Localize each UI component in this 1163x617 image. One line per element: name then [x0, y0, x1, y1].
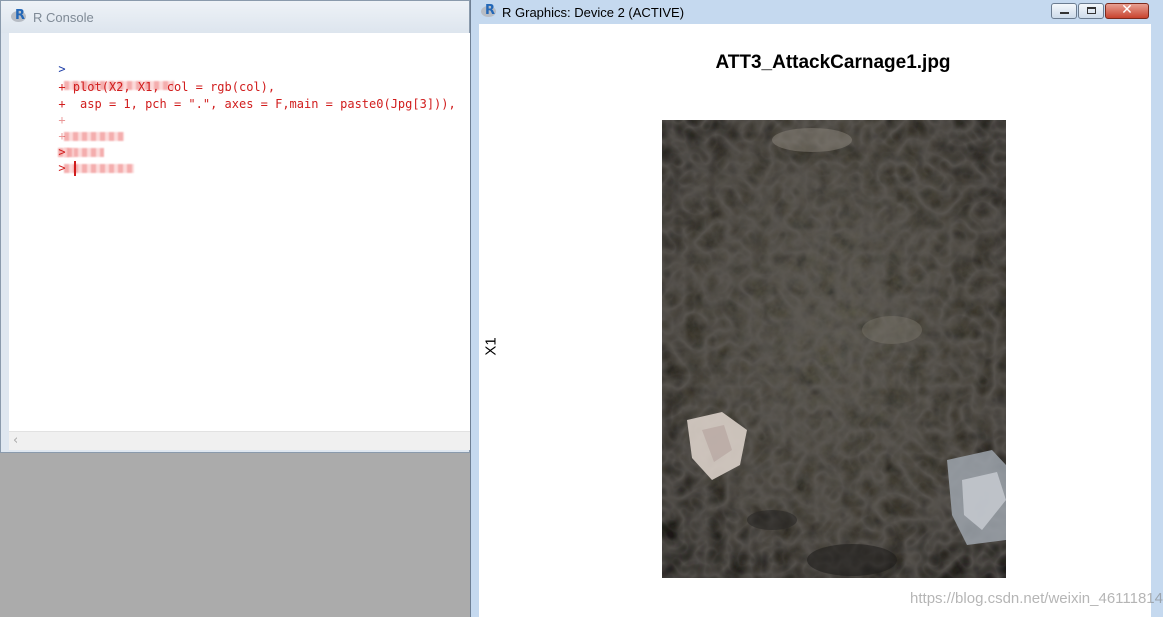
graphics-title-bar[interactable]: R R Graphics: Device 2 (ACTIVE) ✕	[471, 0, 1163, 24]
console-horizontal-scrollbar[interactable]: ‹	[9, 431, 470, 450]
console-line: >	[15, 45, 175, 90]
plot-image-bees	[662, 120, 1006, 578]
plot-title: ATT3_AttackCarnage1.jpg	[715, 52, 951, 73]
bees-photo	[662, 120, 1006, 578]
scroll-left-icon[interactable]: ‹	[13, 433, 18, 448]
window-controls: ✕	[1051, 2, 1149, 19]
watermark-text: https://blog.csdn.net/weixin_46111814	[910, 590, 1163, 607]
text-cursor	[73, 161, 76, 176]
console-title-bar[interactable]: R R Console	[1, 1, 469, 33]
plot-canvas[interactable]: ATT3_AttackCarnage1.jpg X1	[479, 24, 1151, 617]
r-logo-icon: R	[481, 3, 497, 19]
close-button[interactable]: ✕	[1105, 2, 1149, 19]
console-input-line[interactable]: >	[15, 144, 76, 176]
console-line: >	[15, 128, 65, 159]
maximize-button[interactable]	[1078, 3, 1104, 19]
r-console-window[interactable]: R R Console > + plot(X2, X1, col = rgb(c…	[0, 0, 470, 453]
y-axis-label: X1	[482, 337, 500, 356]
console-line: +	[15, 96, 135, 173]
r-graphics-window[interactable]: R R Graphics: Device 2 (ACTIVE) ✕ ATT3_A…	[470, 0, 1163, 617]
console-prompt: >	[58, 161, 66, 175]
redacted-text	[64, 132, 125, 141]
console-line: +	[15, 112, 75, 157]
minimize-icon	[1060, 12, 1069, 14]
r-logo-icon: R	[11, 8, 27, 24]
minimize-button[interactable]	[1051, 3, 1077, 19]
close-icon: ✕	[1121, 2, 1133, 18]
console-title: R Console	[33, 9, 94, 25]
graphics-title: R Graphics: Device 2 (ACTIVE)	[502, 4, 685, 20]
console-line: + asp = 1, pch = ".", axes = F,main = pa…	[15, 80, 455, 111]
maximize-icon	[1087, 7, 1096, 14]
console-line: + plot(X2, X1, col = rgb(col),	[15, 63, 275, 94]
console-output[interactable]: > + plot(X2, X1, col = rgb(col), + asp =…	[9, 33, 470, 431]
